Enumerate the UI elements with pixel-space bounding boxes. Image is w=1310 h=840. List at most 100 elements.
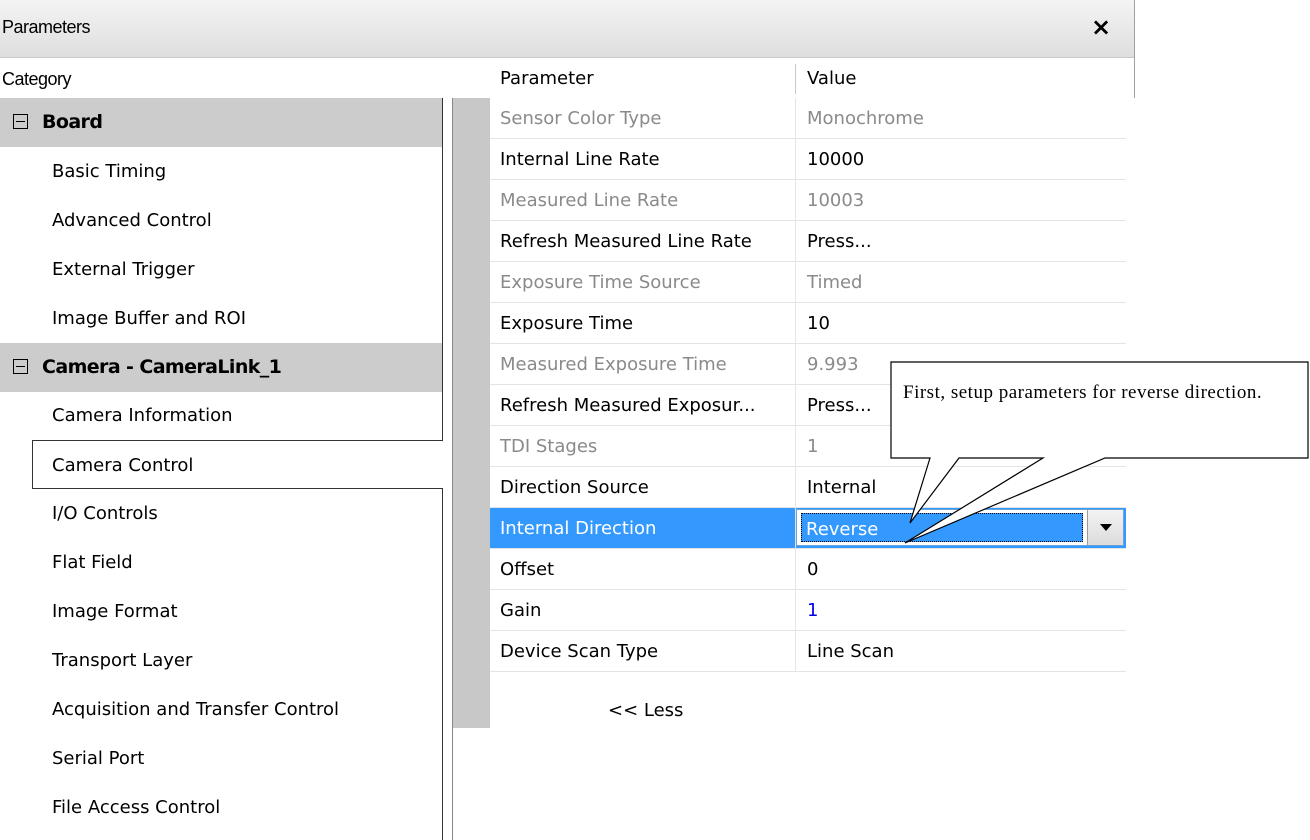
parameter-row[interactable]: Measured Exposure Time 9.993 (490, 344, 1126, 385)
category-item[interactable]: Camera Control (32, 440, 443, 490)
parameter-value[interactable]: 0 (807, 559, 818, 580)
parameter-name: Gain (500, 600, 542, 621)
category-label: I/O Controls (52, 503, 158, 525)
parameter-value[interactable]: Internal (807, 477, 876, 498)
parameter-row[interactable]: Exposure Time Source Timed (490, 262, 1126, 303)
cell-divider (795, 344, 796, 385)
cell-divider (795, 549, 796, 590)
category-label: Flat Field (52, 552, 133, 574)
parameter-name: Direction Source (500, 477, 649, 498)
category-label: Acquisition and Transfer Control (52, 698, 340, 720)
cell-divider (795, 631, 796, 672)
column-headers: Category Parameter Value (0, 58, 1134, 98)
category-item[interactable]: Serial Port (0, 734, 442, 783)
category-label: Camera Information (52, 405, 233, 427)
parameter-value[interactable]: 10000 (807, 149, 864, 170)
parameter-name: Measured Exposure Time (500, 354, 727, 375)
parameter-name: Sensor Color Type (500, 108, 662, 129)
parameter-row[interactable]: Offset 0 (490, 549, 1126, 590)
parameter-name: Exposure Time (500, 313, 634, 334)
category-label: External Trigger (52, 258, 195, 280)
parameter-name: Offset (500, 559, 555, 580)
parameter-row[interactable]: Device Scan Type Line Scan (490, 631, 1126, 672)
parameter-name: Refresh Measured Line Rate (500, 231, 752, 252)
dropdown-value[interactable]: Reverse (801, 513, 1083, 542)
parameter-value[interactable]: Press... (807, 395, 872, 416)
category-label: Basic Timing (52, 160, 167, 182)
cell-divider (795, 180, 796, 221)
category-group[interactable]: Camera - CameraLink_1 (0, 342, 442, 392)
cell-divider (795, 385, 796, 426)
column-divider[interactable] (795, 64, 796, 94)
category-item[interactable]: Basic Timing (0, 147, 442, 196)
parameter-value: 9.993 (807, 354, 859, 375)
cell-divider (795, 303, 796, 344)
parameter-value[interactable]: 1 (807, 600, 818, 621)
category-item[interactable]: Transport Layer (0, 636, 442, 685)
category-item[interactable]: Acquisition and Transfer Control (0, 685, 442, 734)
parameter-value: 1 (807, 436, 819, 457)
cell-divider (795, 139, 796, 180)
title-bar: Parameters × (0, 0, 1134, 58)
parameter-value: Monochrome (807, 108, 924, 129)
parameter-row[interactable]: Gain 1 (490, 590, 1126, 631)
cell-divider (795, 590, 796, 631)
cell-divider (795, 98, 796, 139)
parameter-name: Exposure Time Source (500, 272, 701, 293)
parameter-value: 10003 (807, 190, 865, 211)
close-icon[interactable]: × (1088, 14, 1114, 40)
category-group[interactable]: Board (0, 98, 442, 147)
window-title: Parameters (2, 17, 91, 37)
category-label: Transport Layer (52, 649, 193, 671)
parameter-row[interactable]: Exposure Time 10 (490, 303, 1126, 344)
parameter-name: Internal Line Rate (500, 149, 660, 170)
category-item[interactable]: Advanced Control (0, 196, 442, 245)
cell-divider (795, 467, 796, 508)
category-item[interactable]: Flat Field (0, 538, 442, 587)
category-item[interactable]: External Trigger (0, 245, 442, 294)
parameter-row[interactable]: Sensor Color Type Monochrome (490, 98, 1126, 139)
collapse-icon[interactable] (13, 114, 28, 129)
parameter-header[interactable]: Parameter (500, 68, 594, 89)
category-item[interactable]: Camera Information (0, 391, 442, 440)
parameter-row[interactable]: Internal Line Rate 10000 (490, 139, 1126, 180)
category-label: Camera - CameraLink_1 (42, 355, 282, 378)
parameters-panel: Parameters × Category Parameter Value Bo… (0, 0, 1135, 840)
parameter-value: Timed (807, 272, 863, 293)
value-header[interactable]: Value (807, 68, 856, 89)
callout-text: First, setup parameters for reverse dire… (903, 382, 1263, 403)
parameter-name: Refresh Measured Exposur... (500, 395, 756, 416)
category-item[interactable]: File Access Control (0, 783, 442, 832)
parameter-value[interactable]: 10 (807, 313, 830, 334)
category-label: Serial Port (52, 747, 145, 769)
parameter-row[interactable]: Measured Line Rate 10003 (490, 180, 1126, 221)
category-label: Image Buffer and ROI (52, 307, 247, 329)
category-label: Board (42, 111, 103, 133)
parameter-row[interactable]: TDI Stages 1 (490, 426, 1126, 467)
cell-divider (795, 426, 796, 467)
collapse-icon[interactable] (13, 358, 28, 374)
category-label: Advanced Control (52, 209, 212, 231)
parameter-row[interactable]: Refresh Measured Line Rate Press... (490, 221, 1126, 262)
category-item[interactable]: Image Buffer and ROI (0, 294, 442, 343)
direction-dropdown[interactable]: Reverse (796, 509, 1124, 546)
parameter-value[interactable]: Line Scan (807, 641, 894, 662)
less-button[interactable]: << Less (608, 700, 683, 721)
parameter-name: Measured Line Rate (500, 190, 679, 211)
parameter-name: Internal Direction (500, 518, 657, 539)
category-header: Category (2, 69, 72, 89)
parameter-row[interactable]: Direction Source Internal (490, 467, 1126, 508)
category-label: Image Format (52, 601, 178, 622)
grid-row-header-strip (453, 98, 490, 728)
parameter-value[interactable]: Press... (807, 231, 872, 252)
category-label: File Access Control (52, 796, 221, 818)
category-item[interactable]: I/O Controls (0, 489, 442, 538)
category-list: Board Basic Timing Advanced Control Externa… (0, 98, 443, 840)
category-item[interactable]: Image Format (0, 587, 442, 636)
chevron-down-icon[interactable] (1087, 510, 1123, 545)
category-label: Camera Control (52, 455, 194, 477)
cell-divider (795, 221, 796, 262)
parameter-name: Device Scan Type (500, 641, 659, 662)
parameter-row[interactable]: Internal Direction Reverse (490, 508, 1126, 549)
parameter-name: TDI Stages (500, 436, 598, 457)
